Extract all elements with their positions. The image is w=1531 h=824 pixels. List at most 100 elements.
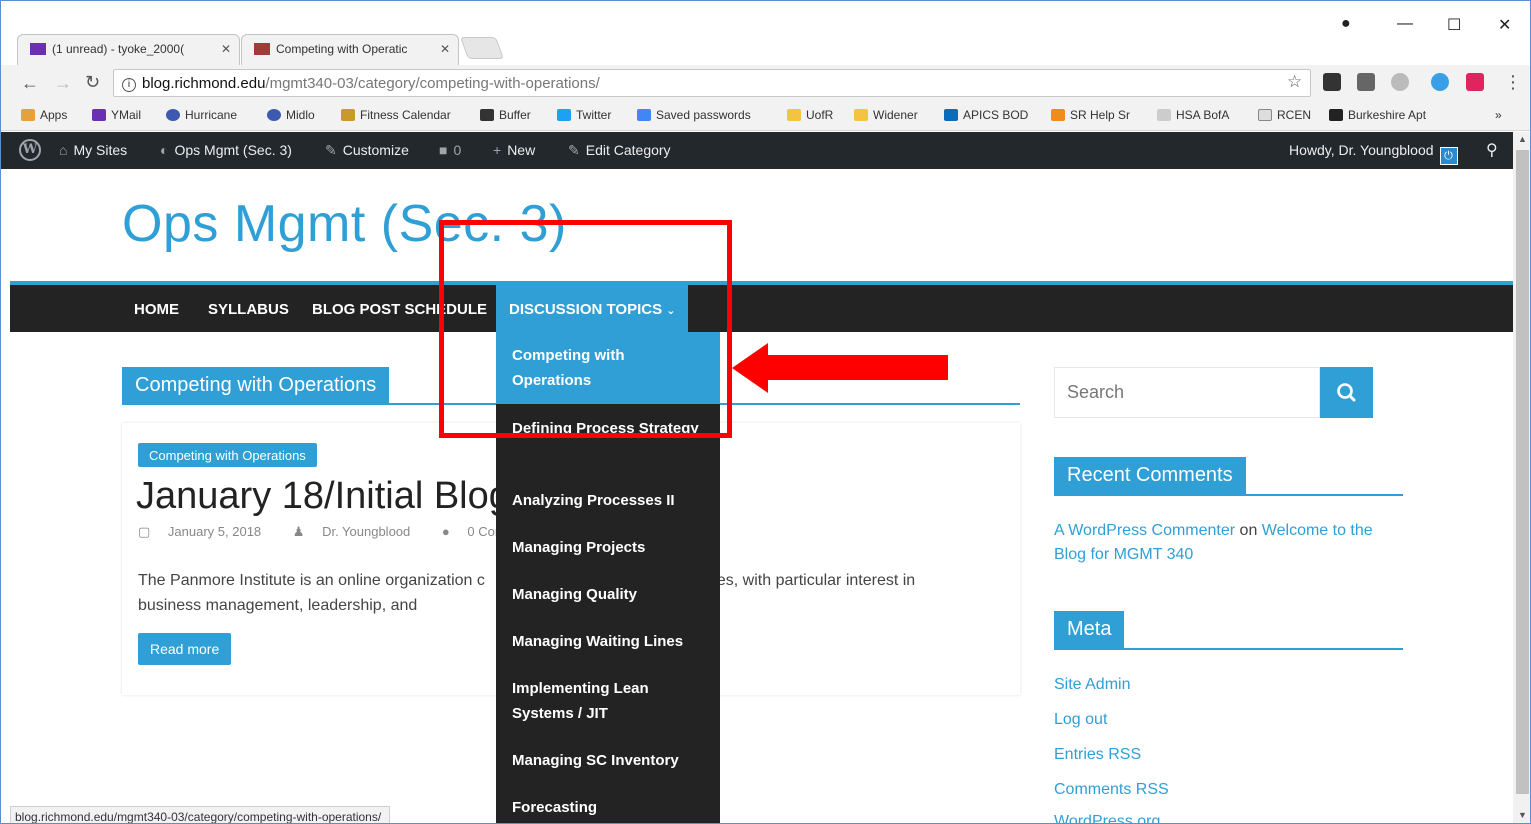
page-scrollbar[interactable]: ▲ ▼ (1513, 132, 1530, 823)
annotation-highlight-box (439, 220, 732, 438)
bookmark-buffer[interactable]: Buffer (480, 108, 531, 122)
admin-howdy[interactable]: Howdy, Dr. Youngblood ⏻ (1289, 142, 1458, 165)
pencil-icon: ✎ (568, 142, 580, 158)
maximize-icon[interactable]: ☐ (1447, 15, 1461, 35)
bookmark-widener[interactable]: Widener (854, 108, 918, 122)
comment-icon: ● (441, 524, 450, 539)
dropdown-item-lean-jit[interactable]: Implementing Lean Systems / JIT (496, 676, 720, 726)
bookmark-twitter[interactable]: Twitter (557, 108, 611, 122)
mail-icon (30, 43, 46, 55)
tab-strip: (1 unread) - tyoke_2000( ✕ Competing wit… (1, 1, 1530, 65)
bookmark-burkeshire[interactable]: Burkeshire Apt (1329, 108, 1426, 122)
dropdown-item-analyzing-processes[interactable]: Analyzing Processes II (496, 488, 720, 513)
search-input[interactable]: Search (1054, 367, 1320, 418)
close-icon[interactable]: ✕ (440, 42, 450, 56)
nav-syllabus[interactable]: SYLLABUS (208, 301, 289, 318)
admin-comments[interactable]: ■ 0 (439, 142, 461, 158)
bookmark-rcen[interactable]: RCEN (1258, 108, 1311, 122)
midlo-icon (267, 109, 281, 121)
admin-my-sites[interactable]: ⌂ My Sites (59, 142, 127, 158)
tab-ymail[interactable]: (1 unread) - tyoke_2000( ✕ (17, 34, 240, 65)
menu-icon[interactable]: ⋮ (1504, 72, 1522, 93)
apps-grid-icon (21, 109, 35, 121)
scrollbar-thumb[interactable] (1516, 150, 1529, 794)
meta-comments-rss[interactable]: Comments RSS (1054, 781, 1169, 799)
address-bar[interactable]: i blog.richmond.edu/mgmt340-03/category/c… (113, 69, 1311, 97)
extension-icon[interactable] (1391, 73, 1409, 91)
admin-customize[interactable]: ✎ Customize (325, 142, 409, 159)
status-bar: blog.richmond.edu/mgmt340-03/category/co… (10, 806, 391, 823)
annotation-arrow (761, 355, 948, 380)
category-heading: Competing with Operations (122, 367, 390, 404)
read-more-button[interactable]: Read more (138, 633, 232, 665)
meta-log-out[interactable]: Log out (1054, 711, 1107, 729)
main-navigation: HOME SYLLABUS BLOG POST SCHEDULE DISCUSS… (10, 285, 1513, 332)
dropdown-item-forecasting[interactable]: Forecasting (496, 795, 720, 820)
profile-icon[interactable]: ● (1341, 15, 1351, 33)
scroll-down-icon[interactable]: ▼ (1518, 810, 1527, 820)
buffer-extension-icon[interactable] (1323, 73, 1341, 91)
admin-search-icon[interactable]: ⚲ (1486, 140, 1498, 160)
post-title[interactable]: January 18/Initial Blog (136, 475, 510, 518)
bookmark-midlo[interactable]: Midlo (267, 108, 315, 122)
search-button[interactable] (1320, 367, 1373, 418)
cloud-icon (1157, 109, 1171, 121)
meta-entries-rss[interactable]: Entries RSS (1054, 746, 1141, 764)
star-icon[interactable]: ☆ (1287, 72, 1302, 92)
close-icon[interactable]: ✕ (221, 42, 231, 56)
bookmarks-bar: Apps YMail Hurricane Midlo Fitness Calen… (1, 101, 1530, 131)
dashboard-icon: ◐ (160, 142, 169, 158)
admin-edit-category[interactable]: ✎ Edit Category (568, 142, 671, 159)
dropdown-item-managing-projects[interactable]: Managing Projects (496, 535, 720, 560)
bookmark-hurricane[interactable]: Hurricane (166, 108, 237, 122)
reload-icon[interactable]: ↻ (85, 72, 100, 93)
nav-home[interactable]: HOME (134, 301, 179, 318)
extension-icon[interactable] (1466, 73, 1484, 91)
post-category-tag[interactable]: Competing with Operations (138, 443, 317, 467)
meta-wordpress-org[interactable]: WordPress.org (1054, 813, 1160, 823)
bookmark-uofr[interactable]: UofR (787, 108, 833, 122)
comment-post-link[interactable]: Welcome to the (1262, 522, 1373, 539)
forward-icon[interactable]: → (54, 73, 72, 94)
comment-post-link-cont[interactable]: Blog for MGMT 340 (1054, 546, 1193, 564)
folder-icon (854, 109, 868, 121)
dropdown-item-managing-quality[interactable]: Managing Quality (496, 582, 720, 607)
bookmark-sr-help[interactable]: SR Help Sr (1051, 108, 1130, 122)
bookmark-apps[interactable]: Apps (21, 108, 67, 122)
meta-site-admin[interactable]: Site Admin (1054, 676, 1130, 694)
plus-icon: + (493, 142, 502, 158)
search-icon (1337, 383, 1356, 402)
bookmarks-overflow[interactable]: » (1495, 108, 1502, 122)
info-icon[interactable]: i (122, 78, 136, 92)
admin-site-name[interactable]: ◐ Ops Mgmt (Sec. 3) (160, 142, 292, 158)
avatar: ⏻ (1439, 147, 1458, 165)
dropdown-item-waiting-lines[interactable]: Managing Waiting Lines (496, 629, 720, 654)
widget-line (1054, 494, 1403, 496)
richmond-crest-icon (254, 43, 270, 55)
recent-comment-line-1: A WordPress Commenter on Welcome to the (1054, 522, 1373, 539)
back-icon[interactable]: ← (21, 73, 39, 94)
bookmark-saved-passwords[interactable]: Saved passwords (637, 108, 751, 122)
post-date[interactable]: ▢ January 5, 2018 (138, 524, 275, 539)
dropdown-item-sc-inventory[interactable]: Managing SC Inventory (496, 748, 720, 773)
bookmark-apics[interactable]: APICS BOD (944, 108, 1028, 122)
cloud-extension-icon[interactable] (1431, 73, 1449, 91)
calendar-icon (341, 109, 355, 121)
scroll-up-icon[interactable]: ▲ (1518, 134, 1527, 144)
new-tab-button[interactable] (459, 37, 505, 59)
minimize-icon[interactable]: — (1397, 15, 1413, 33)
bookmark-ymail[interactable]: YMail (92, 108, 141, 122)
burkeshire-icon (1329, 109, 1343, 121)
extension-icon[interactable] (1357, 73, 1375, 91)
bookmark-hsa-bofa[interactable]: HSA BofA (1157, 108, 1229, 122)
folder-icon (787, 109, 801, 121)
close-window-icon[interactable]: ✕ (1498, 15, 1511, 35)
wordpress-logo-icon[interactable]: W (19, 139, 41, 161)
post-author[interactable]: ♟ Dr. Youngblood (293, 524, 424, 539)
bookmark-fitness[interactable]: Fitness Calendar (341, 108, 451, 122)
tab-competing[interactable]: Competing with Operatic ✕ (241, 34, 459, 65)
comment-icon: ■ (439, 142, 448, 158)
admin-new[interactable]: + New (493, 142, 535, 158)
sharepoint-icon (944, 109, 958, 121)
comment-author-link[interactable]: A WordPress Commenter (1054, 522, 1235, 539)
